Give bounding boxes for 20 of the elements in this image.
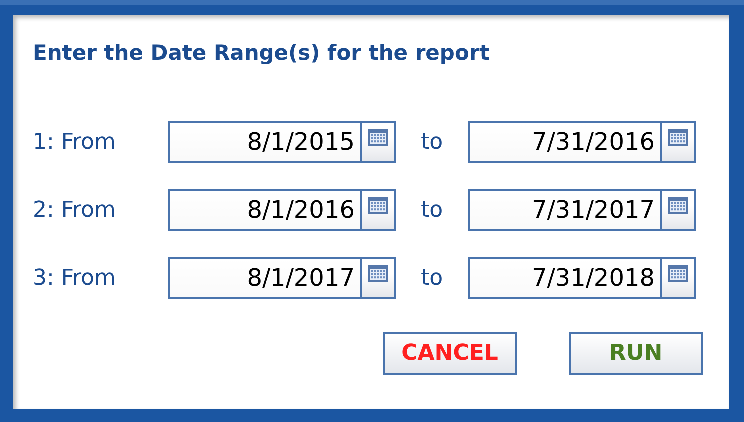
date-field[interactable]: 7/31/2018 bbox=[468, 257, 696, 300]
calendar-icon bbox=[368, 129, 388, 146]
to-label: to bbox=[420, 196, 444, 225]
calendar-icon bbox=[668, 265, 688, 282]
run-button[interactable]: RUN bbox=[569, 332, 703, 376]
date-field[interactable]: 8/1/2017 bbox=[168, 257, 396, 300]
to-label: to bbox=[420, 264, 444, 293]
date-field[interactable]: 8/1/2016 bbox=[168, 189, 396, 232]
date-field[interactable]: 7/31/2017 bbox=[468, 189, 696, 232]
range-label: 3: From bbox=[33, 264, 117, 293]
calendar-icon bbox=[368, 197, 388, 214]
date-field[interactable]: 8/1/2015 bbox=[168, 121, 396, 164]
calendar-icon bbox=[668, 129, 688, 146]
calendar-icon bbox=[368, 265, 388, 282]
date-field[interactable]: 7/31/2016 bbox=[468, 121, 696, 164]
range-label: 1: From bbox=[33, 128, 117, 157]
dialog-title: Enter the Date Range(s) for the report bbox=[33, 41, 491, 66]
range-label: 2: From bbox=[33, 196, 117, 225]
to-label: to bbox=[420, 128, 444, 157]
calendar-icon bbox=[668, 197, 688, 214]
